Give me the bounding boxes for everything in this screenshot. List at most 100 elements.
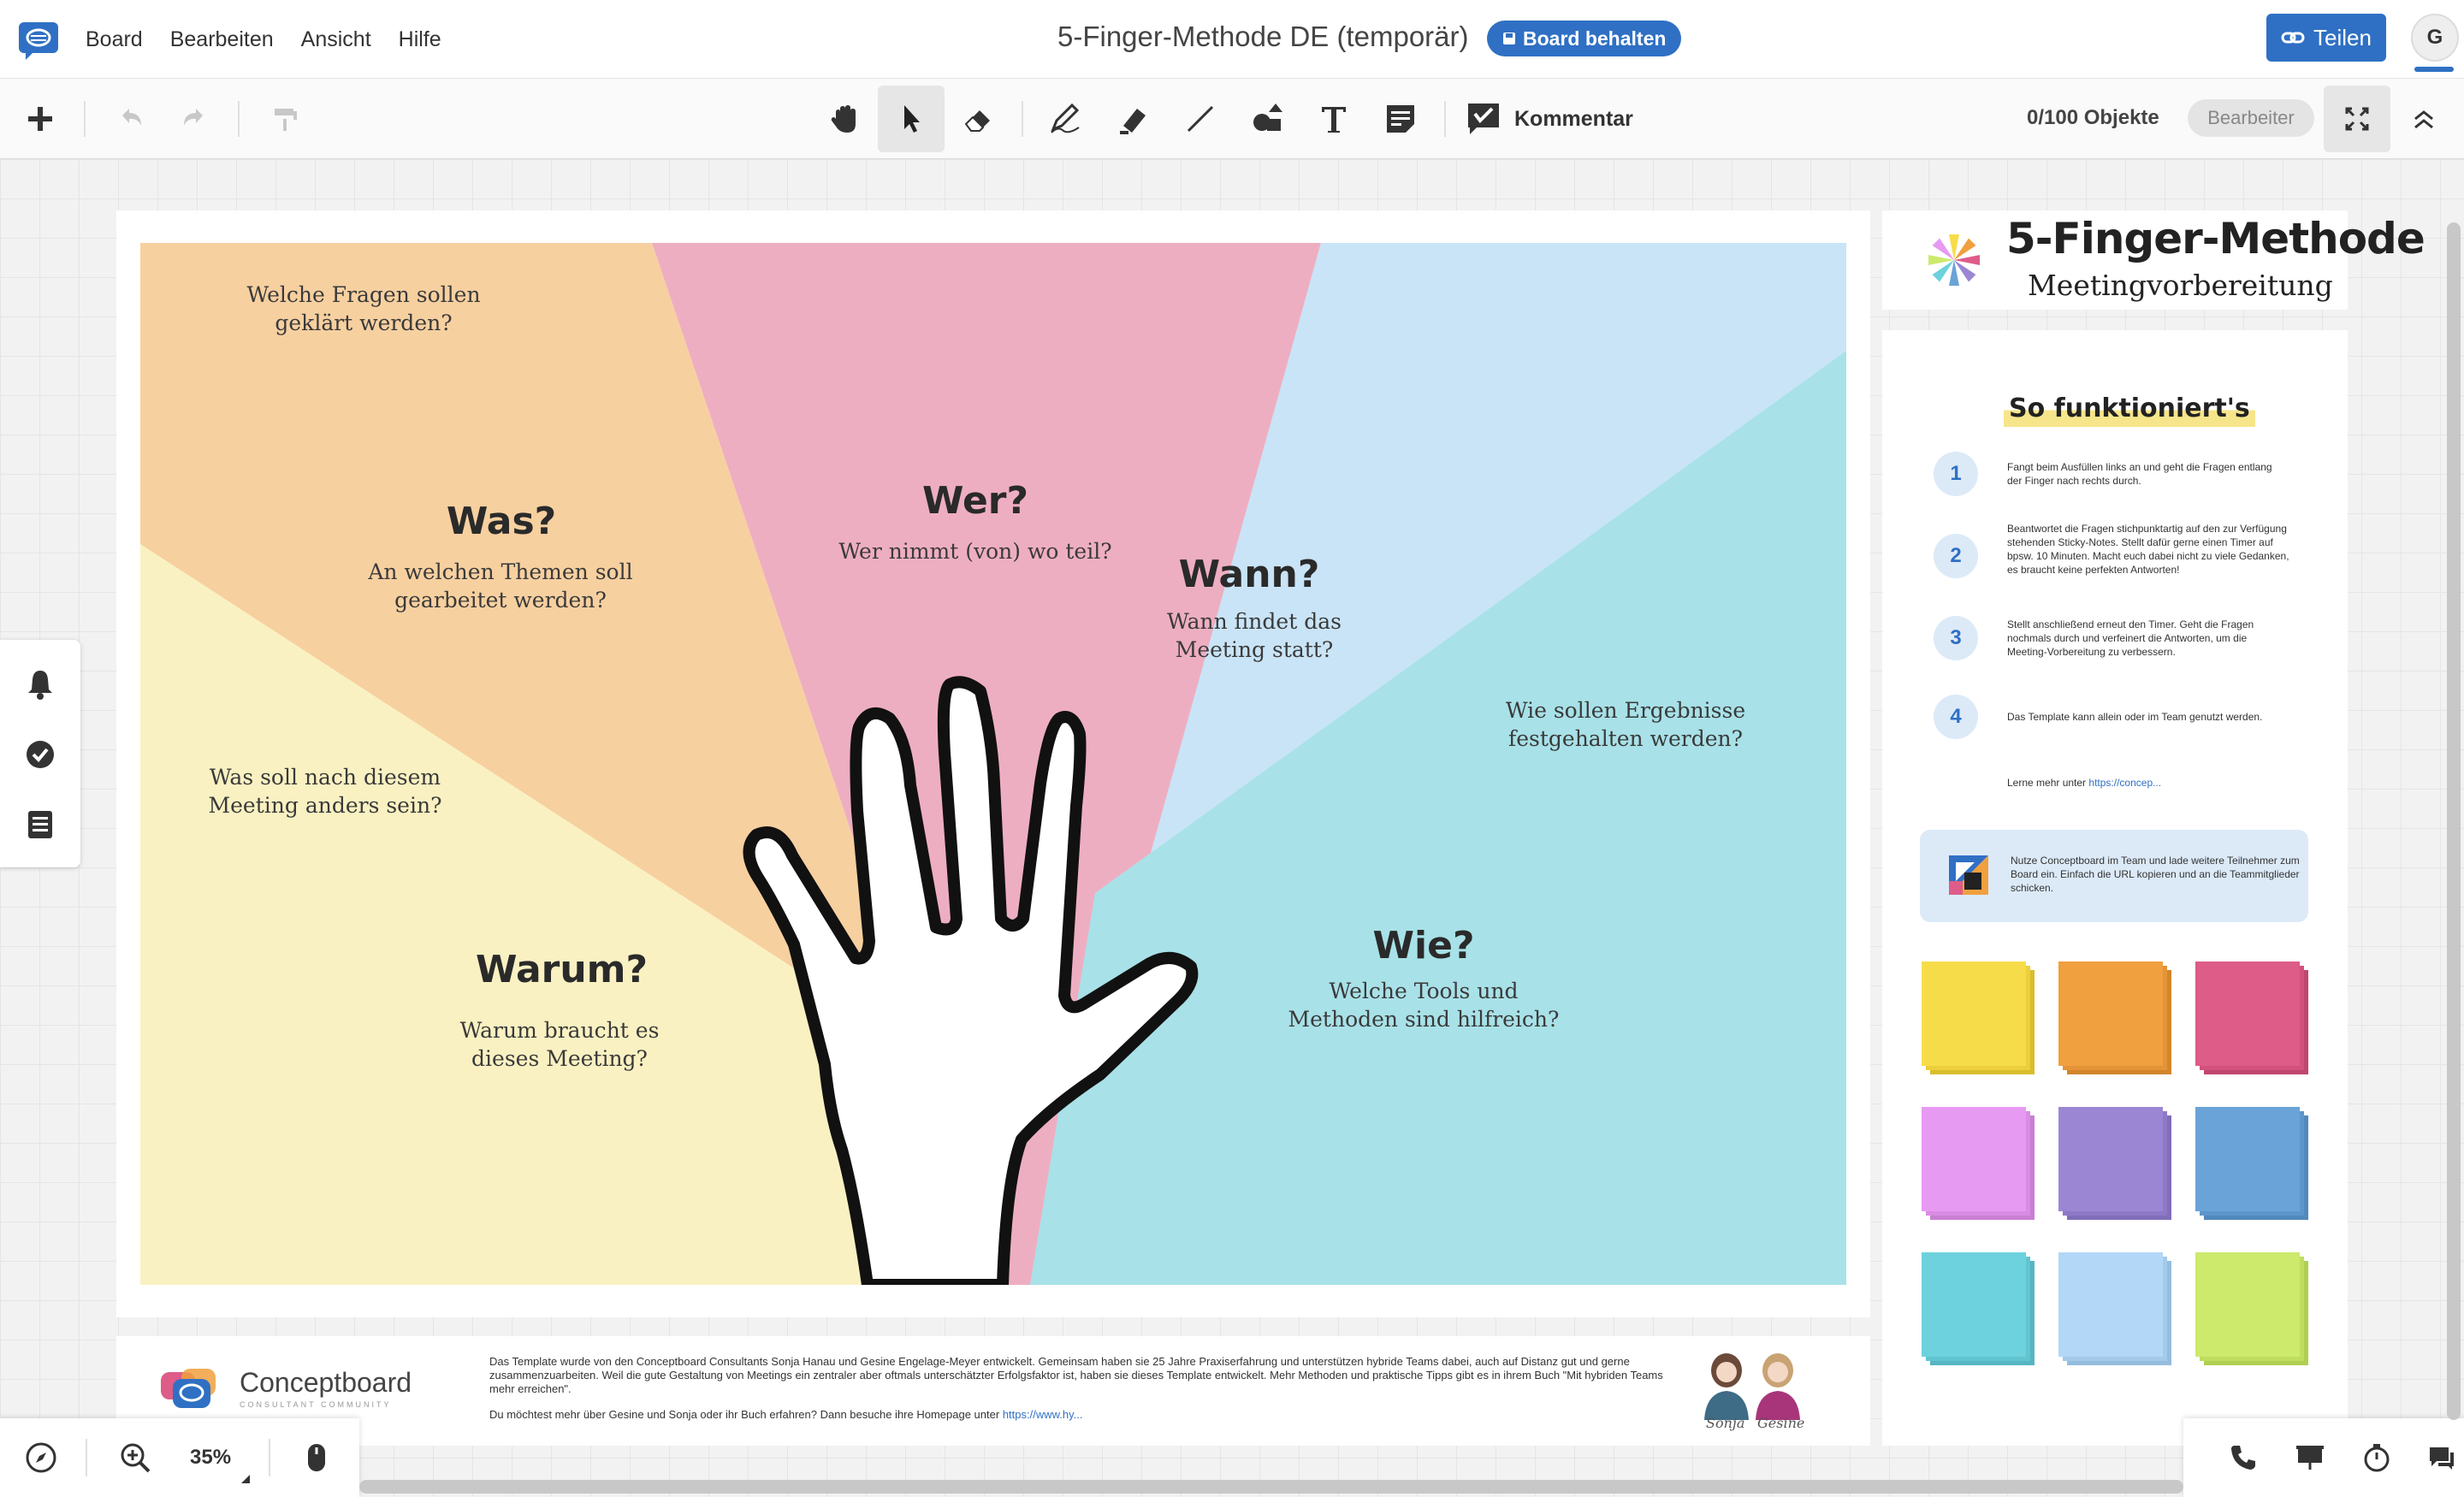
user-avatar[interactable]: G: [2411, 14, 2459, 62]
left-sidebar-tools: [0, 640, 80, 867]
was-heading: Was?: [446, 500, 557, 543]
pen-icon[interactable]: [1032, 86, 1099, 152]
learn-more: Lerne mehr unter https://concep...: [2007, 777, 2161, 789]
template-subtitle: Meetingvorbereitung: [2028, 269, 2333, 302]
fit-screen-icon[interactable]: [2324, 86, 2390, 152]
credits-text: Das Template wurde von den Conceptboard …: [489, 1355, 1663, 1395]
wer-question: Wer nimmt (von) wo teil?: [838, 539, 1112, 564]
keep-board-label: Board behalten: [1523, 27, 1667, 50]
sticky-stack-orange[interactable]: [2058, 962, 2171, 1074]
sticky-stack-lime[interactable]: [2195, 1252, 2308, 1365]
board-title[interactable]: 5-Finger-Methode DE (temporär): [1057, 21, 1469, 53]
template-title: 5-Finger-Methode: [2006, 214, 2426, 263]
step-1-text: Fangt beim Ausfüllen links an und geht d…: [2007, 461, 2272, 487]
phone-call-icon[interactable]: [2223, 1437, 2264, 1478]
learn-more-label: Lerne mehr unter: [2007, 777, 2087, 789]
menu-bearbeiten[interactable]: Bearbeiten: [170, 27, 274, 52]
top-bar: Board Bearbeiten Ansicht Hilfe 5-Finger-…: [0, 0, 2464, 79]
line-icon[interactable]: [1167, 86, 1234, 152]
sticky-stack-blue[interactable]: [2195, 1107, 2308, 1220]
zoom-in-icon[interactable]: [115, 1437, 156, 1478]
warum-question: Warum braucht es dieses Meeting?: [459, 1018, 660, 1071]
menu-board[interactable]: Board: [86, 27, 143, 52]
wie-heading: Wie?: [1372, 924, 1475, 967]
zoom-dropdown-icon[interactable]: [241, 1475, 250, 1483]
avatar-indicator: [2414, 67, 2454, 72]
compass-icon[interactable]: [21, 1437, 62, 1478]
authors-portrait: [1704, 1353, 1800, 1420]
sticky-stack-cyan[interactable]: [1922, 1252, 2035, 1365]
eraser-icon[interactable]: [945, 86, 1011, 152]
team-invite-text: Nutze Conceptboard im Team und lade weit…: [2011, 855, 2300, 894]
step-4-number: 4: [1934, 695, 1978, 739]
sticky-note-icon[interactable]: [1367, 86, 1434, 152]
warum-heading: Warum?: [476, 948, 649, 991]
vertical-scrollbar[interactable]: [2447, 222, 2461, 1420]
right-question: Wie sollen Ergebnisse festgehalten werden…: [1505, 698, 1746, 751]
add-icon[interactable]: [7, 86, 74, 152]
timer-icon[interactable]: [2356, 1437, 2397, 1478]
mouse-mode-icon[interactable]: [296, 1437, 337, 1478]
navigation-controls: 35%: [0, 1418, 359, 1497]
conceptboard-logo-icon[interactable]: [17, 21, 60, 60]
undo-icon[interactable]: [98, 86, 164, 152]
zoom-level[interactable]: 35%: [190, 1446, 231, 1470]
conceptboard-logo: [161, 1369, 216, 1408]
save-icon: [1503, 33, 1515, 44]
instructions-title: So funktioniert's: [2004, 390, 2255, 427]
shapes-icon[interactable]: [1234, 86, 1300, 152]
top-left-question: Welche Fragen sollen geklärt werden?: [246, 282, 481, 335]
collapse-icon[interactable]: [2390, 86, 2457, 152]
horizontal-scrollbar[interactable]: [359, 1480, 2183, 1494]
chat-icon[interactable]: [2421, 1437, 2462, 1478]
conceptboard-brand-sub: CONSULTANT COMMUNITY: [240, 1400, 392, 1409]
share-label: Teilen: [2313, 24, 2372, 50]
menu-hilfe[interactable]: Hilfe: [399, 27, 441, 52]
comment-icon: [1468, 104, 1499, 134]
redo-icon[interactable]: [161, 86, 228, 152]
step-1-number: 1: [1934, 452, 1978, 496]
wer-heading: Wer?: [921, 479, 1029, 523]
tasks-check-icon[interactable]: [20, 734, 61, 775]
link-icon: [2281, 32, 2305, 44]
comment-button[interactable]: Kommentar: [1465, 86, 1633, 152]
step-2-text: Beantwortet die Fragen stichpunktartig a…: [2007, 523, 2289, 576]
step-3-number: 3: [1934, 616, 1978, 660]
text-icon[interactable]: [1300, 86, 1367, 152]
homepage-link[interactable]: https://www.hy...: [1003, 1408, 1083, 1421]
share-button[interactable]: Teilen: [2266, 14, 2386, 62]
menu-ansicht[interactable]: Ansicht: [301, 27, 371, 52]
conceptboard-cube-icon: [1949, 855, 1988, 895]
signature-sonja: Sonja: [1706, 1415, 1745, 1431]
sticky-stack-purple[interactable]: [2058, 1107, 2171, 1220]
objects-count: 0/100 Objekte: [2027, 106, 2159, 129]
hand-icon[interactable]: [811, 86, 878, 152]
outline-list-icon[interactable]: [20, 804, 61, 845]
presentation-icon[interactable]: [2289, 1437, 2331, 1478]
main-menu: Board Bearbeiten Ansicht Hilfe: [86, 0, 441, 79]
role-badge: Bearbeiter: [2188, 99, 2314, 137]
select-arrow-icon[interactable]: [878, 86, 945, 152]
signature-gesine: Gesine: [1757, 1415, 1805, 1431]
wann-heading: Wann?: [1178, 553, 1320, 596]
notifications-bell-icon[interactable]: [20, 664, 61, 705]
left-question: Was soll nach diesem Meeting anders sein?: [208, 765, 442, 818]
credits-banner[interactable]: Conceptboard CONSULTANT COMMUNITY Das Te…: [116, 1336, 1870, 1446]
step-4-text: Das Template kann allein oder im Team ge…: [2007, 711, 2263, 723]
sticky-stack-yellow[interactable]: [1922, 962, 2035, 1074]
collaboration-controls: [2183, 1418, 2464, 1497]
wann-question: Wann findet das Meeting statt?: [1167, 609, 1342, 662]
learn-more-link[interactable]: https://concep...: [2088, 777, 2161, 789]
conceptboard-brand-name: Conceptboard: [240, 1367, 412, 1398]
comment-label: Kommentar: [1514, 106, 1633, 131]
highlighter-icon[interactable]: [1100, 86, 1167, 152]
sticky-stack-lightblue[interactable]: [2058, 1252, 2171, 1365]
credits-text-2: Du möchtest mehr über Gesine und Sonja o…: [489, 1408, 1687, 1421]
format-painter-icon[interactable]: [252, 86, 318, 152]
sticky-stack-violet[interactable]: [1922, 1107, 2035, 1220]
step-2-number: 2: [1934, 534, 1978, 578]
sticky-stack-pink[interactable]: [2195, 962, 2308, 1074]
pinwheel-logo: [1928, 234, 1980, 286]
credits-text-2-label: Du möchtest mehr über Gesine und Sonja o…: [489, 1408, 1000, 1421]
keep-board-button[interactable]: Board behalten: [1487, 21, 1682, 56]
